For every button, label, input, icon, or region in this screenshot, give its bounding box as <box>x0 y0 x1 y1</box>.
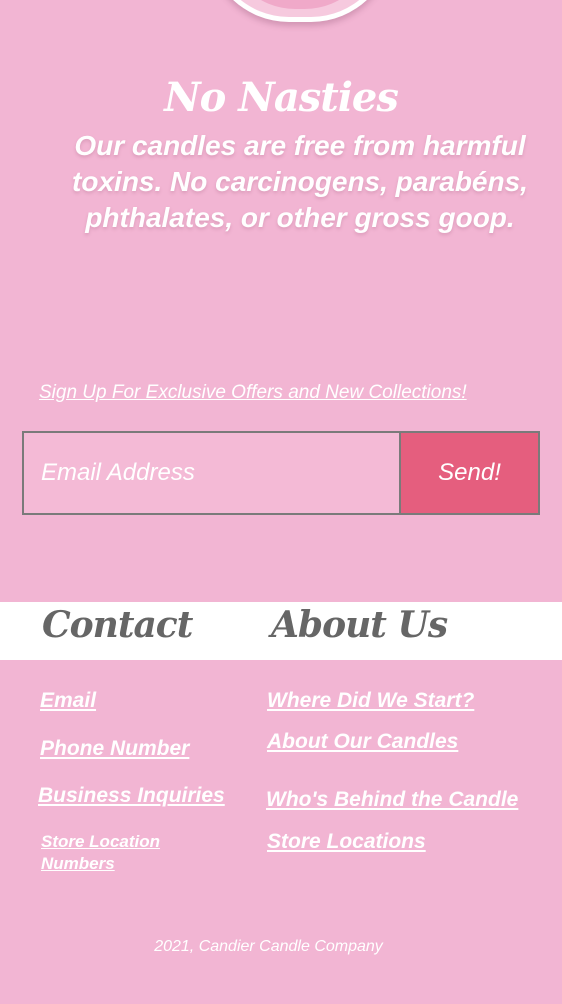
decorative-circle-image <box>207 0 393 22</box>
contact-email-link[interactable]: Email <box>40 689 96 713</box>
contact-store-location-numbers-link[interactable]: Store Location Numbers <box>41 831 191 875</box>
about-store-locations-link[interactable]: Store Locations <box>267 830 426 854</box>
contact-business-inquiries-link[interactable]: Business Inquiries <box>38 784 225 808</box>
contact-phone-number-link[interactable]: Phone Number <box>40 737 189 761</box>
hero-body-text: Our candles are free from harmful toxins… <box>72 130 528 233</box>
send-button[interactable]: Send! <box>399 431 540 515</box>
hero-title: No Nasties <box>164 74 399 121</box>
about-our-candles-link[interactable]: About Our Candles <box>267 730 458 754</box>
about-whos-behind-the-candle-link[interactable]: Who's Behind the Candle <box>266 788 518 812</box>
about-us-heading: About Us <box>271 604 448 646</box>
about-where-did-we-start-link[interactable]: Where Did We Start? <box>267 689 474 713</box>
newsletter-signup-link[interactable]: Sign Up For Exclusive Offers and New Col… <box>39 382 467 404</box>
email-address-input[interactable] <box>22 431 399 515</box>
decorative-circle-inner <box>226 0 374 9</box>
contact-heading: Contact <box>42 604 193 646</box>
copyright-text: 2021, Candier Candle Company <box>154 938 383 955</box>
